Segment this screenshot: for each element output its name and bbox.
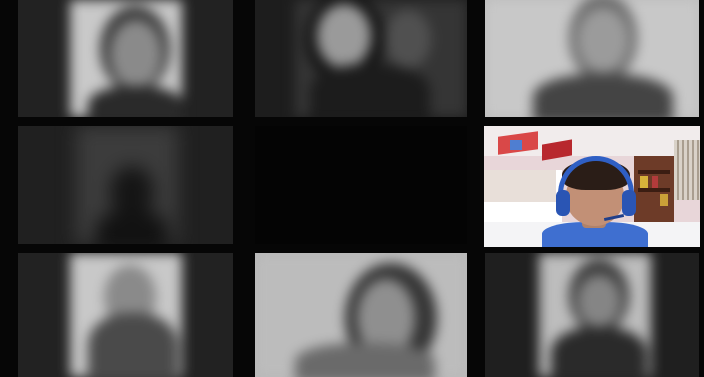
participant-video-off-5 [255, 126, 467, 244]
participant-tile-2[interactable] [255, 0, 467, 117]
participant-tile-8[interactable] [255, 253, 467, 377]
participant-tile-9[interactable] [485, 253, 699, 377]
participant-video-2 [255, 0, 467, 117]
headset-earcup-right-icon [622, 190, 636, 216]
participant-video-4 [18, 126, 233, 244]
participant-video-7 [18, 253, 233, 377]
participant-video-1 [18, 0, 233, 117]
participant-tile-4[interactable] [18, 126, 233, 244]
headset-earcup-left-icon [556, 190, 570, 216]
participant-tile-5[interactable] [255, 126, 467, 244]
participant-video-3 [485, 0, 699, 117]
participant-video-8 [255, 253, 467, 377]
participant-video-9 [485, 253, 699, 377]
participant-tile-3[interactable] [485, 0, 699, 117]
meeting-gallery [0, 0, 704, 377]
participant-tile-1[interactable] [18, 0, 233, 117]
participant-video-6 [484, 126, 700, 247]
participant-tile-6[interactable] [484, 126, 700, 247]
participant-tile-7[interactable] [18, 253, 233, 377]
